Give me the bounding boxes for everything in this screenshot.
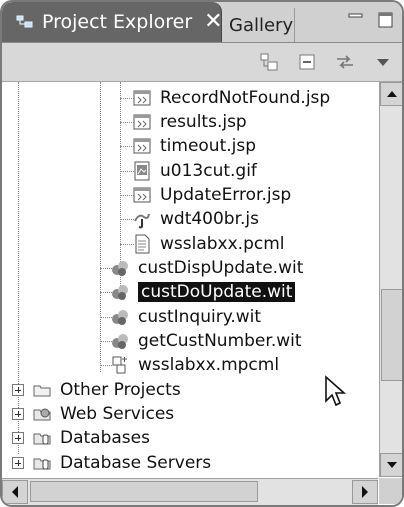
tree-item-recordnotfound-jsp[interactable]: RecordNotFound.jsp xyxy=(132,86,330,110)
tab-project-explorer[interactable]: Project Explorer ✕ xyxy=(2,2,223,42)
tree-item-custdoupdate-wit[interactable]: custDoUpdate.wit xyxy=(110,280,296,304)
tree-item-label: Web Services xyxy=(60,404,175,424)
horizontal-scrollbar[interactable] xyxy=(2,478,378,505)
tree-item-label: RecordNotFound.jsp xyxy=(160,88,331,108)
tree-item-label: UpdateError.jsp xyxy=(160,185,292,205)
tree-item-getcustnumber-wit[interactable]: getCustNumber.wit xyxy=(110,329,302,353)
view-menu-icon[interactable] xyxy=(372,51,394,73)
view-tab-strip: Project Explorer ✕ Gallery xyxy=(2,2,402,43)
close-icon[interactable]: ✕ xyxy=(204,2,222,42)
web-interaction-icon xyxy=(110,307,130,327)
scrollbar-corner xyxy=(379,478,402,504)
web-interaction-icon xyxy=(110,258,130,278)
project-explorer-icon xyxy=(16,13,34,31)
mpcml-file-icon xyxy=(110,355,130,375)
view-controls xyxy=(346,10,396,30)
tree-item-label-selected: custDoUpdate.wit xyxy=(138,282,296,302)
scroll-up-button[interactable] xyxy=(380,82,402,106)
image-file-icon xyxy=(132,161,152,181)
expand-icon[interactable] xyxy=(12,457,24,469)
jsp-file-icon xyxy=(132,185,152,205)
tree-item-other-projects[interactable]: Other Projects xyxy=(12,378,181,402)
tree-item-wsslabxx-pcml[interactable]: wsslabxx.pcml xyxy=(132,232,285,256)
tree-item-label: Other Projects xyxy=(60,380,181,400)
tree-item-label: Databases xyxy=(60,428,150,448)
collapse-all-icon[interactable] xyxy=(296,51,318,73)
tree-item-web-services[interactable]: Web Services xyxy=(12,402,174,426)
expand-icon[interactable] xyxy=(12,384,24,396)
scroll-left-button[interactable] xyxy=(2,480,28,504)
expand-icon[interactable] xyxy=(12,408,24,420)
folder-icon xyxy=(32,380,52,400)
project-explorer-panel: Project Explorer ✕ Gallery RecordNotFoun… xyxy=(0,0,404,507)
jsp-file-icon xyxy=(132,112,152,132)
mouse-pointer-icon xyxy=(324,375,350,411)
tree-item-label: timeout.jsp xyxy=(160,136,257,156)
tab-project-explorer-label: Project Explorer xyxy=(42,11,193,33)
tree-item-results-jsp[interactable]: results.jsp xyxy=(132,110,247,134)
toolbar-buttons xyxy=(258,51,394,73)
tree-item-database-servers[interactable]: Database Servers xyxy=(12,451,211,475)
tab-gallery[interactable]: Gallery xyxy=(223,8,295,42)
tree-item-label: custDispUpdate.wit xyxy=(138,258,304,278)
javascript-file-icon xyxy=(132,209,152,229)
tree-item-wsslabxx-mpcml[interactable]: wsslabxx.mpcml xyxy=(110,353,279,377)
view-toolbar xyxy=(2,43,402,82)
tree-item-label: Database Servers xyxy=(60,453,212,473)
database-folder-icon xyxy=(32,428,52,448)
minimize-icon[interactable] xyxy=(346,10,366,30)
web-interaction-icon xyxy=(110,331,130,351)
scroll-down-button[interactable] xyxy=(380,453,402,477)
tree-item-label: wsslabxx.pcml xyxy=(160,234,285,254)
tree-item-label: results.jsp xyxy=(160,112,247,132)
horizontal-scroll-thumb[interactable] xyxy=(30,481,258,502)
tree-item-label: wsslabxx.mpcml xyxy=(138,355,280,375)
jsp-file-icon xyxy=(132,136,152,156)
tree-guide-line xyxy=(100,82,101,372)
tree-item-custinquiry-wit[interactable]: custInquiry.wit xyxy=(110,305,261,329)
tree-item-u013cut-gif[interactable]: u013cut.gif xyxy=(132,159,257,183)
jsp-file-icon xyxy=(132,88,152,108)
vertical-scrollbar[interactable] xyxy=(379,82,402,477)
tree-item-label: custInquiry.wit xyxy=(138,307,262,327)
tree-item-updateerror-jsp[interactable]: UpdateError.jsp xyxy=(132,183,291,207)
web-services-folder-icon xyxy=(32,404,52,424)
expand-icon[interactable] xyxy=(12,432,24,444)
tree-item-timeout-jsp[interactable]: timeout.jsp xyxy=(132,134,256,158)
project-tree: RecordNotFound.jsp results.jsp timeout.j… xyxy=(2,82,378,477)
scroll-right-button[interactable] xyxy=(352,480,378,504)
tree-item-label: wdt400br.js xyxy=(160,209,260,229)
tree-item-label: u013cut.gif xyxy=(160,161,257,181)
link-with-editor-icon[interactable] xyxy=(334,51,356,73)
maximize-icon[interactable] xyxy=(376,10,396,30)
tree-item-custdispupdate-wit[interactable]: custDispUpdate.wit xyxy=(110,256,303,280)
document-file-icon xyxy=(132,234,152,254)
tab-gallery-label: Gallery xyxy=(229,14,294,36)
vertical-scroll-thumb[interactable] xyxy=(381,289,402,381)
web-interaction-icon xyxy=(110,282,130,302)
back-navigation-icon[interactable] xyxy=(258,51,280,73)
database-folder-icon xyxy=(32,453,52,473)
tree-item-wdt400br-js[interactable]: wdt400br.js xyxy=(132,207,259,231)
tree-item-databases[interactable]: Databases xyxy=(12,426,150,450)
tree-item-label: getCustNumber.wit xyxy=(138,331,302,351)
